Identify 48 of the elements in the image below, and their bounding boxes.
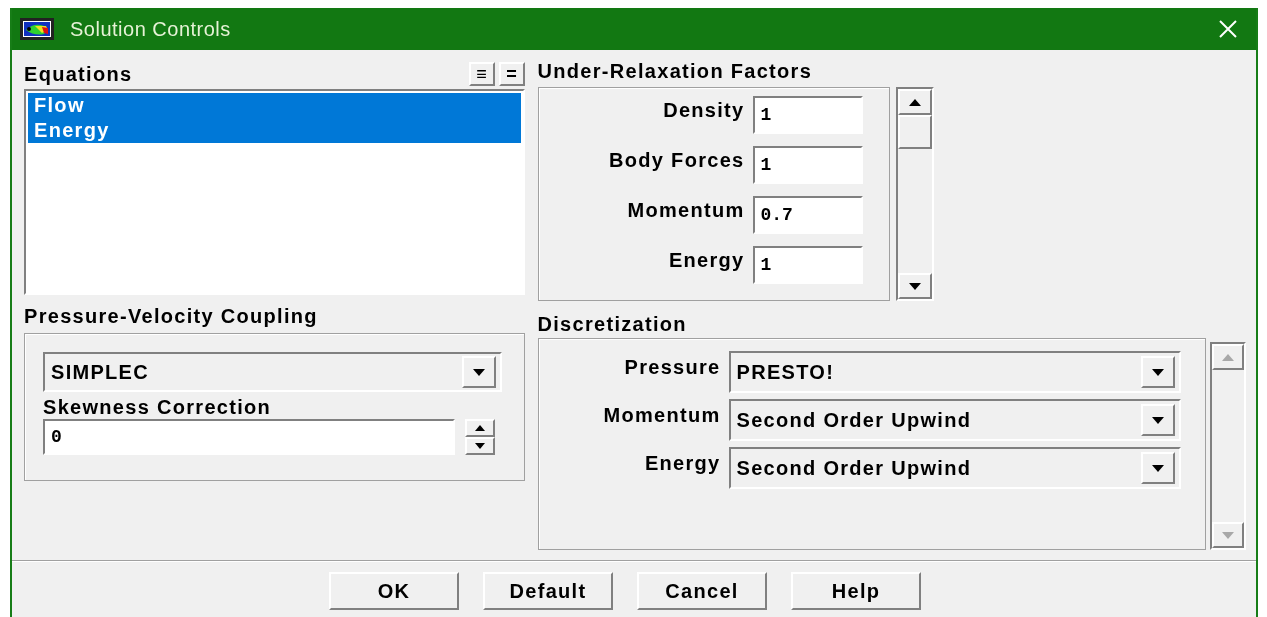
up-arrow-icon: [908, 98, 921, 106]
field-label: Density: [663, 98, 745, 122]
field-label: Momentum: [602, 403, 721, 427]
section-heading: Discretization: [537, 313, 688, 336]
up-arrow-icon: [1221, 353, 1234, 361]
dropdown[interactable]: SIMPLEC: [43, 352, 502, 392]
dialog-button[interactable]: Cancel: [637, 572, 767, 610]
down-arrow-icon: [1151, 464, 1164, 472]
input-field[interactable]: 1: [752, 96, 863, 134]
spin-down-button[interactable]: [465, 437, 495, 455]
section-heading: Under-Relaxation Factors: [537, 60, 814, 83]
section-heading: Equations: [24, 62, 133, 86]
down-arrow-icon: [1151, 368, 1164, 376]
dialog-button[interactable]: Default: [483, 572, 613, 610]
dropdown[interactable]: Second Order Upwind: [728, 399, 1181, 441]
down-arrow-icon: [1151, 416, 1164, 424]
down-arrow-icon: [472, 368, 485, 376]
view-button[interactable]: =: [498, 62, 525, 86]
app-icon: [20, 18, 54, 40]
field-label: Skewness Correction: [43, 396, 273, 419]
field-label: Energy: [643, 451, 721, 475]
field-label: Pressure: [623, 355, 721, 379]
down-arrow-icon: [908, 282, 921, 290]
scroll-down-button[interactable]: [897, 273, 932, 299]
section-heading: Pressure-Velocity Coupling: [24, 305, 319, 329]
spin-up-button[interactable]: [465, 419, 495, 437]
input-field[interactable]: 1: [752, 146, 863, 184]
input-field[interactable]: 0.7: [752, 196, 863, 234]
up-arrow-icon: [475, 425, 485, 431]
dialog-button[interactable]: Help: [791, 572, 921, 610]
down-arrow-icon: [1221, 531, 1234, 539]
dropdown[interactable]: PRESTO!: [728, 351, 1181, 393]
window-title: Solution Controls: [70, 17, 232, 41]
input-field[interactable]: 0: [43, 419, 455, 455]
close-icon[interactable]: [1218, 19, 1238, 39]
field-label: Momentum: [627, 198, 745, 222]
dropdown[interactable]: Second Order Upwind: [728, 447, 1181, 489]
down-arrow-icon: [475, 443, 485, 449]
scrollbar-thumb[interactable]: [897, 115, 932, 149]
list-item[interactable]: Energy: [28, 118, 521, 143]
scrollbar[interactable]: [895, 87, 934, 301]
dialog-button[interactable]: OK: [329, 572, 459, 610]
field-label: Body Forces: [609, 148, 745, 172]
field-label: Energy: [668, 248, 745, 272]
view-button[interactable]: ≡: [468, 62, 495, 86]
list-item[interactable]: Flow: [28, 93, 521, 118]
scroll-up-button[interactable]: [897, 89, 932, 115]
input-field[interactable]: 1: [752, 246, 863, 284]
